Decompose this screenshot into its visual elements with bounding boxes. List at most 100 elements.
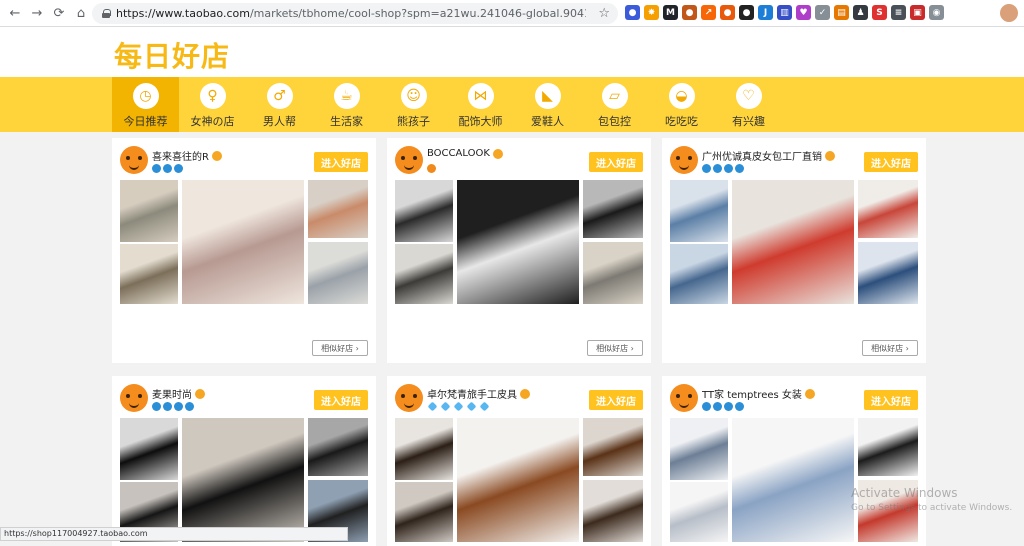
rating-badge-icon (702, 402, 711, 411)
product-image[interactable] (120, 244, 178, 304)
product-image[interactable] (182, 180, 304, 304)
product-image[interactable] (457, 418, 579, 542)
extension-icon[interactable]: M (663, 5, 678, 20)
category-tab[interactable]: ◒ 吃吃吃 (648, 77, 715, 132)
shop-name-row[interactable]: 广州优诚真皮女包工厂直销 (702, 148, 835, 163)
enter-shop-button[interactable]: 进入好店 (864, 390, 918, 410)
extension-icon[interactable]: ≡ (891, 5, 906, 20)
product-image[interactable] (120, 418, 178, 480)
extension-icon[interactable]: ▥ (777, 5, 792, 20)
extension-icon[interactable]: ↗ (701, 5, 716, 20)
address-url[interactable]: https://www.taobao.com/markets/tbhome/co… (116, 7, 586, 20)
product-image[interactable] (670, 180, 728, 242)
category-tab[interactable]: ◣ 爱鞋人 (514, 77, 581, 132)
enter-shop-button[interactable]: 进入好店 (589, 390, 643, 410)
shop-avatar[interactable] (395, 146, 423, 174)
enter-shop-button[interactable]: 进入好店 (314, 390, 368, 410)
product-image[interactable] (308, 418, 368, 476)
product-image[interactable] (395, 244, 453, 304)
bookmark-star-icon[interactable]: ☆ (598, 6, 610, 21)
category-label: 吃吃吃 (665, 115, 698, 128)
shop-avatar[interactable] (670, 384, 698, 412)
home-icon[interactable]: ⌂ (70, 2, 92, 24)
shop-name[interactable]: 麦果时尚 (152, 386, 192, 401)
shop-name-row[interactable]: 卓尔梵青旅手工皮具 (427, 386, 530, 401)
enter-shop-button[interactable]: 进入好店 (314, 152, 368, 172)
diamond-rating-icon (466, 401, 477, 412)
product-image[interactable] (732, 418, 854, 542)
category-label: 配饰大师 (458, 115, 503, 128)
product-image[interactable] (395, 482, 453, 542)
extension-icon[interactable]: ♟ (853, 5, 868, 20)
address-bar[interactable]: https://www.taobao.com/markets/tbhome/co… (92, 3, 618, 24)
extension-icon[interactable]: ● (682, 5, 697, 20)
product-image[interactable] (583, 242, 643, 304)
category-tab[interactable]: ♀ 女神の店 (179, 77, 246, 132)
category-tab[interactable]: ♂ 男人帮 (246, 77, 313, 132)
product-image[interactable] (732, 180, 854, 304)
extension-icon[interactable]: ● (739, 5, 754, 20)
shop-name[interactable]: BOCCALOOK (427, 148, 490, 159)
category-tab[interactable]: ☕ 生活家 (313, 77, 380, 132)
shop-name[interactable]: 广州优诚真皮女包工厂直销 (702, 148, 822, 163)
extension-icon[interactable]: ● (720, 5, 735, 20)
extension-icon[interactable]: J (758, 5, 773, 20)
site-logo[interactable]: 每日好店 (114, 35, 230, 75)
product-image[interactable] (670, 418, 728, 480)
similar-shops-button[interactable]: 相似好店 › (312, 340, 368, 356)
extension-icon[interactable]: ● (625, 5, 640, 20)
shop-name[interactable]: 卓尔梵青旅手工皮具 (427, 386, 517, 401)
category-tab[interactable]: ☺ 熊孩子 (380, 77, 447, 132)
enter-shop-button[interactable]: 进入好店 (864, 152, 918, 172)
product-image[interactable] (308, 180, 368, 238)
product-image[interactable] (308, 242, 368, 304)
forward-arrow-icon[interactable]: → (26, 2, 48, 24)
product-image[interactable] (858, 180, 918, 238)
rating-badge-icon (163, 164, 172, 173)
category-label: 男人帮 (263, 115, 296, 128)
extension-icon[interactable]: ▣ (910, 5, 925, 20)
extension-icon[interactable]: S (872, 5, 887, 20)
extension-icon[interactable]: ✓ (815, 5, 830, 20)
extension-icon[interactable]: ♥ (796, 5, 811, 20)
shop-name[interactable]: 喜来喜往的R (152, 148, 209, 163)
shop-avatar[interactable] (395, 384, 423, 412)
shop-avatar[interactable] (670, 146, 698, 174)
shop-name[interactable]: TT家 temptrees 女装 (702, 386, 802, 401)
similar-shops-button[interactable]: 相似好店 › (587, 340, 643, 356)
product-image[interactable] (583, 418, 643, 476)
extension-icon[interactable]: ▤ (834, 5, 849, 20)
product-image[interactable] (583, 180, 643, 238)
product-image[interactable] (395, 180, 453, 242)
product-image[interactable] (670, 482, 728, 542)
shop-name-row[interactable]: 喜来喜往的R (152, 148, 222, 163)
reload-icon[interactable]: ⟳ (48, 2, 70, 24)
category-tab[interactable]: ◷ 今日推荐 (112, 77, 179, 132)
product-image[interactable] (858, 418, 918, 476)
product-image[interactable] (457, 180, 579, 304)
profile-avatar[interactable] (1000, 4, 1018, 22)
product-image[interactable] (670, 244, 728, 304)
extension-icon[interactable]: ✸ (644, 5, 659, 20)
category-tab[interactable]: ⋈ 配饰大师 (447, 77, 514, 132)
product-image[interactable] (395, 418, 453, 480)
shop-name-row[interactable]: BOCCALOOK (427, 148, 503, 159)
rating-badge-icon (735, 402, 744, 411)
product-image[interactable] (858, 242, 918, 304)
product-image[interactable] (182, 418, 304, 542)
product-image[interactable] (120, 180, 178, 242)
shop-avatar[interactable] (120, 146, 148, 174)
similar-shops-button[interactable]: 相似好店 › (862, 340, 918, 356)
shop-name-row[interactable]: TT家 temptrees 女装 (702, 386, 815, 401)
product-image[interactable] (583, 480, 643, 542)
shop-avatar[interactable] (120, 384, 148, 412)
shop-card-header: TT家 temptrees 女装 进入好店 (662, 376, 926, 416)
back-arrow-icon[interactable]: ← (4, 2, 26, 24)
category-tab[interactable]: ♡ 有兴趣 (715, 77, 782, 132)
extension-icon[interactable]: ◉ (929, 5, 944, 20)
enter-shop-button[interactable]: 进入好店 (589, 152, 643, 172)
shop-rating (152, 164, 183, 173)
lock-icon (102, 9, 111, 18)
shop-name-row[interactable]: 麦果时尚 (152, 386, 205, 401)
category-tab[interactable]: ▱ 包包控 (581, 77, 648, 132)
